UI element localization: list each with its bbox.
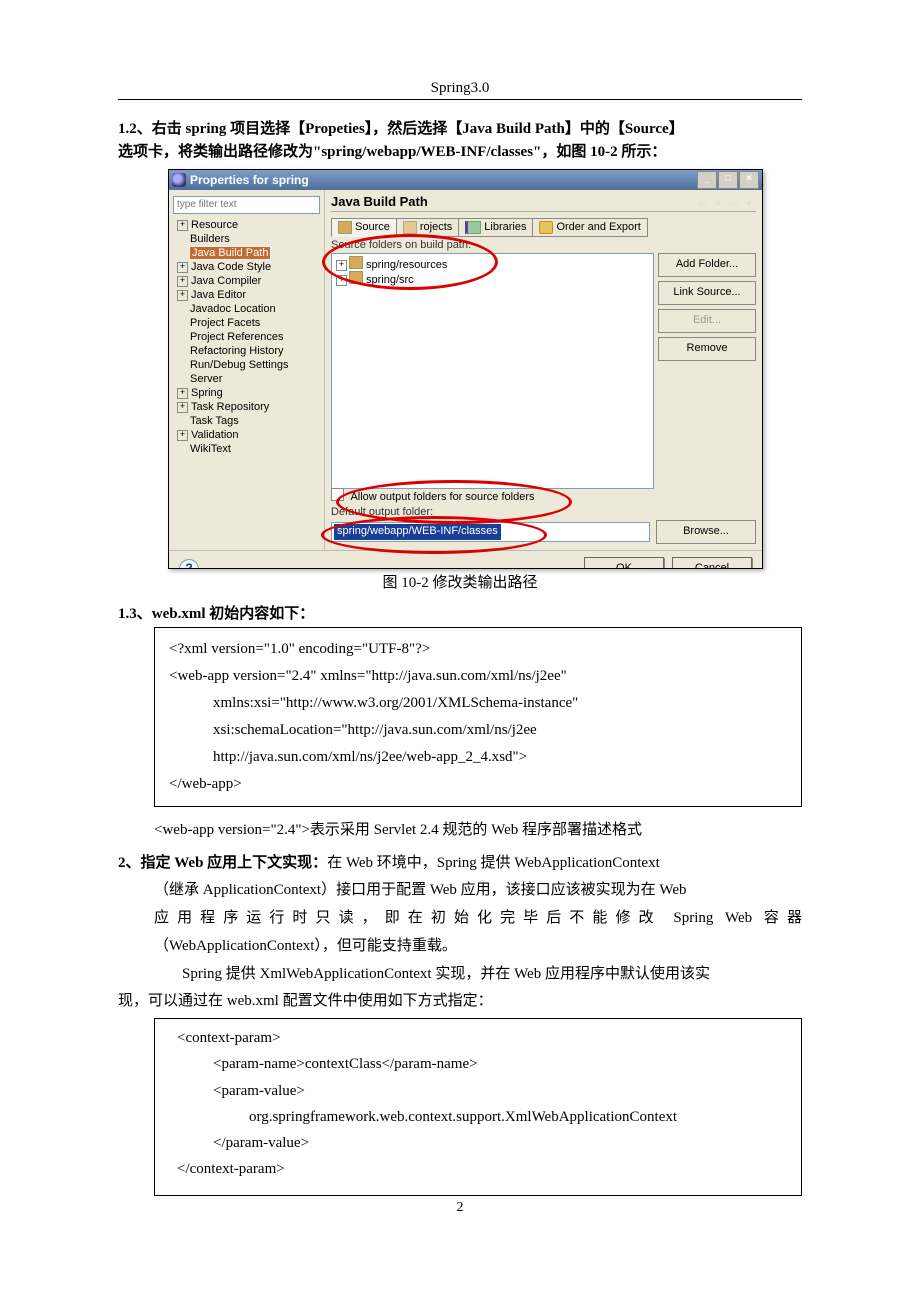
sec2-line4: （WebApplicationContext），但可能支持重载。 bbox=[154, 933, 802, 961]
nav-tree-item[interactable]: Java Build Path bbox=[173, 246, 320, 260]
filter-input[interactable] bbox=[173, 196, 320, 214]
nav-tree-item[interactable]: Server bbox=[173, 372, 320, 386]
remove-button[interactable]: Remove bbox=[658, 337, 756, 361]
projects-icon bbox=[403, 221, 417, 234]
code-line: </context-param> bbox=[169, 1156, 787, 1182]
nav-tree-item[interactable]: +Validation bbox=[173, 428, 320, 442]
maximize-button[interactable]: □ bbox=[718, 171, 738, 189]
default-output-label: Default output folder: bbox=[331, 506, 756, 518]
folder-icon bbox=[349, 256, 363, 269]
minimize-button[interactable]: _ bbox=[697, 171, 717, 189]
nav-tree-item[interactable]: Javadoc Location bbox=[173, 302, 320, 316]
close-button[interactable]: × bbox=[739, 171, 759, 189]
nav-tree-item[interactable]: Project Facets bbox=[173, 316, 320, 330]
nav-tree-item[interactable]: +Java Editor bbox=[173, 288, 320, 302]
default-output-input[interactable]: spring/webapp/WEB-INF/classes bbox=[331, 522, 650, 542]
code-line: </param-value> bbox=[169, 1130, 787, 1156]
panel-title: Java Build Path bbox=[331, 194, 756, 209]
tab-projects-label: rojects bbox=[420, 221, 452, 233]
ok-button[interactable]: OK bbox=[584, 557, 664, 569]
code-line: xmlns:xsi="http://www.w3.org/2001/XMLSch… bbox=[169, 690, 787, 717]
browse-button[interactable]: Browse... bbox=[656, 520, 756, 544]
code-line: <?xml version="1.0" encoding="UTF-8"?> bbox=[169, 636, 787, 663]
order-icon bbox=[539, 221, 553, 234]
section-1-2: 1.2、右击 spring 项目选择【Propeties】，然后选择【Java … bbox=[118, 118, 802, 165]
code-line: <param-name>contextClass</param-name> bbox=[169, 1051, 787, 1077]
tab-source-label: Source bbox=[355, 221, 390, 233]
nav-tree-item[interactable]: Refactoring History bbox=[173, 344, 320, 358]
allow-output-checkbox[interactable] bbox=[331, 488, 344, 501]
dialog-footer: ? OK Cancel bbox=[169, 550, 762, 569]
section-1-3-heading: 1.3、web.xml 初始内容如下： bbox=[118, 602, 802, 623]
nav-tree-item[interactable]: +Task Repository bbox=[173, 400, 320, 414]
code-line: xsi:schemaLocation="http://java.sun.com/… bbox=[169, 717, 787, 744]
tab-order[interactable]: Order and Export bbox=[532, 218, 647, 237]
code-block-1: <?xml version="1.0" encoding="UTF-8"?> <… bbox=[154, 627, 802, 807]
add-folder-button[interactable]: Add Folder... bbox=[658, 253, 756, 277]
sec2-line3: 应用程序运行时只读，即在初始化完毕后不能修改 Spring Web 容器 bbox=[154, 905, 802, 933]
nav-tree-item[interactable]: Project References bbox=[173, 330, 320, 344]
tab-source[interactable]: Source bbox=[331, 218, 397, 237]
sec2-line5: Spring 提供 XmlWebApplicationContext 实现，并在… bbox=[154, 961, 802, 989]
header-rule bbox=[118, 99, 802, 100]
tab-order-label: Order and Export bbox=[556, 221, 640, 233]
section-2: 2、指定 Web 应用上下文实现：在 Web 环境中，Spring 提供 Web… bbox=[118, 850, 802, 1017]
nav-tree-item[interactable]: WikiText bbox=[173, 442, 320, 456]
nav-tree[interactable]: +ResourceBuildersJava Build Path+Java Co… bbox=[173, 218, 320, 456]
dialog-title: Properties for spring bbox=[190, 173, 309, 187]
sec12-line2: 选项卡，将类输出路径修改为"spring/webapp/WEB-INF/clas… bbox=[118, 141, 802, 164]
explain-1: <web-app version="2.4">表示采用 Servlet 2.4 … bbox=[154, 817, 802, 844]
tab-libraries-label: Libraries bbox=[484, 221, 526, 233]
code-line: http://java.sun.com/xml/ns/j2ee/web-app_… bbox=[169, 744, 787, 771]
nav-tree-item[interactable]: +Java Compiler bbox=[173, 274, 320, 288]
source-tree[interactable]: +spring/resources +spring/src bbox=[331, 253, 654, 489]
code-line: </web-app> bbox=[169, 771, 787, 798]
sec2-line2: （继承 ApplicationContext）接口用于配置 Web 应用，该接口… bbox=[154, 877, 802, 905]
allow-output-label: Allow output folders for source folders bbox=[350, 491, 534, 503]
code-line: <param-value> bbox=[169, 1078, 787, 1104]
nav-tree-item[interactable]: +Resource bbox=[173, 218, 320, 232]
help-icon[interactable]: ? bbox=[179, 559, 199, 569]
source-tree-item[interactable]: +spring/resources bbox=[336, 256, 649, 271]
code-line: <context-param> bbox=[169, 1025, 787, 1051]
nav-tree-item[interactable]: +Java Code Style bbox=[173, 260, 320, 274]
code-line: org.springframework.web.context.support.… bbox=[169, 1104, 787, 1130]
source-tree-item[interactable]: +spring/src bbox=[336, 271, 649, 286]
tab-projects[interactable]: rojects bbox=[396, 218, 459, 237]
nav-tree-item[interactable]: Run/Debug Settings bbox=[173, 358, 320, 372]
code-line: <web-app version="2.4" xmlns="http://jav… bbox=[169, 663, 787, 690]
libraries-icon bbox=[465, 221, 481, 234]
tabs: Source rojects Libraries Order and Expor… bbox=[331, 218, 756, 237]
eclipse-icon bbox=[172, 173, 186, 187]
default-output-value: spring/webapp/WEB-INF/classes bbox=[334, 524, 501, 540]
nav-tree-item[interactable]: Task Tags bbox=[173, 414, 320, 428]
nav-arrows-icon[interactable]: ⇦ ▾ ⇨ ▾ bbox=[698, 196, 754, 210]
nav-tree-item[interactable]: +Spring bbox=[173, 386, 320, 400]
tab-libraries[interactable]: Libraries bbox=[458, 218, 533, 237]
page-number: 2 bbox=[118, 1200, 802, 1216]
figure-caption: 图 10-2 修改类输出路径 bbox=[118, 571, 802, 592]
cancel-button[interactable]: Cancel bbox=[672, 557, 752, 569]
sec2-line6: 现，可以通过在 web.xml 配置文件中使用如下方式指定： bbox=[118, 988, 802, 1016]
page-header: Spring3.0 bbox=[118, 80, 802, 97]
right-panel: Java Build Path ⇦ ▾ ⇨ ▾ Source rojects L… bbox=[325, 190, 762, 550]
link-source-button[interactable]: Link Source... bbox=[658, 281, 756, 305]
left-nav: +ResourceBuildersJava Build Path+Java Co… bbox=[169, 190, 325, 550]
edit-button[interactable]: Edit... bbox=[658, 309, 756, 333]
panel-rule bbox=[331, 211, 756, 212]
nav-tree-item[interactable]: Builders bbox=[173, 232, 320, 246]
source-folders-label: Source folders on build path: bbox=[331, 239, 756, 251]
folder-icon bbox=[349, 271, 363, 284]
sec12-line1: 1.2、右击 spring 项目选择【Propeties】，然后选择【Java … bbox=[118, 118, 802, 141]
properties-dialog: Properties for spring _ □ × +ResourceBui… bbox=[168, 169, 763, 569]
dialog-titlebar: Properties for spring _ □ × bbox=[169, 170, 762, 190]
code-block-2: <context-param> <param-name>contextClass… bbox=[154, 1018, 802, 1196]
source-icon bbox=[338, 221, 352, 234]
